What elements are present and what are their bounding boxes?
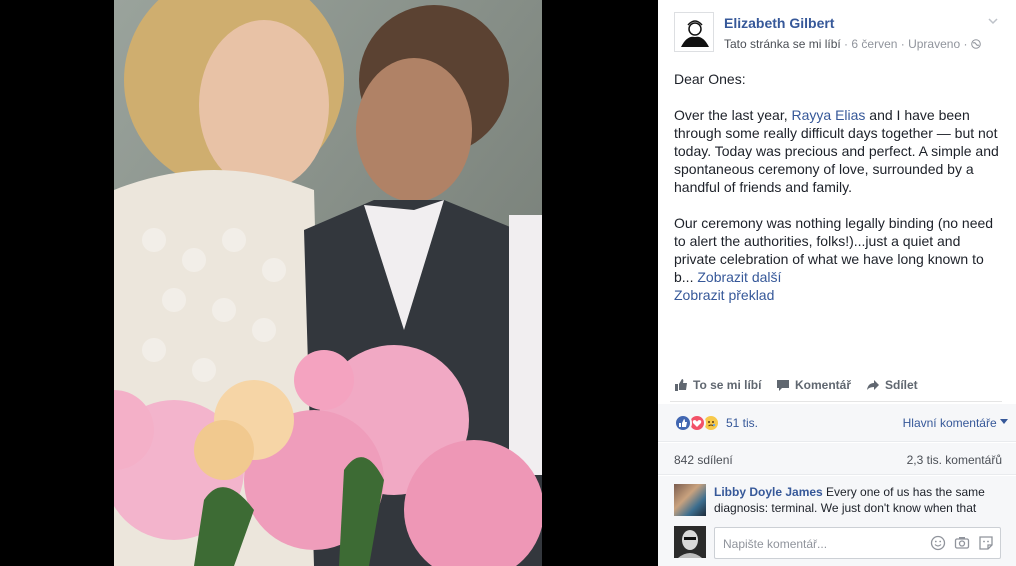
see-more-link[interactable]: Zobrazit další: [693, 269, 781, 285]
comment-input[interactable]: Napište komentář...: [714, 527, 1001, 559]
stats-row: 842 sdílení 2,3 tis. komentářů: [658, 443, 1016, 475]
reaction-count[interactable]: 51 tis.: [726, 416, 758, 430]
comment-item: Libby Doyle James Every one of us has th…: [658, 476, 1016, 522]
meta-separator: ·: [840, 37, 852, 51]
post-photo[interactable]: [114, 0, 542, 566]
commenter-avatar[interactable]: [674, 484, 706, 516]
avatar-drawing-icon: [675, 13, 713, 51]
post-paragraph-2: Our ceremony was nothing legally binding…: [674, 214, 1006, 286]
thumbs-up-icon: [675, 379, 687, 391]
page-avatar[interactable]: [674, 12, 714, 52]
translate-link[interactable]: Zobrazit překlad: [674, 286, 1006, 304]
post-text: Over the last year,: [674, 107, 792, 123]
composer-tools: [930, 535, 994, 551]
comment-composer: Napište komentář...: [658, 522, 1016, 566]
post-sidebar: Elizabeth Gilbert Tato stránka se mi líb…: [658, 0, 1016, 566]
commenter-name[interactable]: Libby Doyle James: [714, 485, 823, 499]
like-reaction-icon: [674, 414, 692, 432]
post-meta: Tato stránka se mi líbí · 6 červen · Upr…: [724, 37, 981, 51]
comment-icon: [777, 380, 789, 391]
user-photo: [674, 526, 706, 558]
post-paragraph-1: Over the last year, Rayya Elias and I ha…: [674, 106, 1006, 196]
sort-label: Hlavní komentáře: [902, 416, 997, 430]
share-button[interactable]: Sdílet: [866, 378, 918, 392]
share-count[interactable]: 842 sdílení: [674, 453, 733, 467]
comment-button[interactable]: Komentář: [776, 378, 851, 392]
current-user-avatar[interactable]: [674, 526, 706, 558]
emoji-icon[interactable]: [930, 535, 946, 551]
sticker-icon[interactable]: [978, 535, 994, 551]
comment-sort-dropdown[interactable]: Hlavní komentáře: [903, 416, 1008, 430]
post-header: Elizabeth Gilbert Tato stránka se mi líb…: [674, 12, 1006, 56]
meta-separator: ·: [897, 37, 909, 51]
page-liked-status[interactable]: Tato stránka se mi líbí: [724, 37, 841, 51]
comment-placeholder: Napište komentář...: [723, 537, 828, 551]
like-label: To se mi líbí: [693, 378, 762, 392]
mention-link[interactable]: Rayya Elias: [792, 107, 866, 123]
meta-separator: ·: [960, 37, 971, 51]
caret-down-icon: [1000, 419, 1008, 424]
photo-viewer: Elizabeth Gilbert Tato stránka se mi líb…: [0, 0, 1016, 566]
like-button[interactable]: To se mi líbí: [674, 378, 761, 392]
post-body: Dear Ones: Over the last year, Rayya Eli…: [674, 70, 1006, 304]
share-label: Sdílet: [885, 378, 918, 392]
comment-count[interactable]: 2,3 tis. komentářů: [907, 453, 1002, 467]
share-arrow-icon: [867, 380, 879, 390]
comment-label: Komentář: [795, 378, 852, 392]
action-bar: To se mi líbí Komentář Sdílet: [670, 372, 1002, 402]
edited-label[interactable]: Upraveno: [908, 37, 960, 51]
chevron-down-icon[interactable]: [986, 14, 1000, 28]
comment-body: Libby Doyle James Every one of us has th…: [714, 484, 1004, 516]
post-greeting: Dear Ones:: [674, 71, 746, 87]
photo-image: [114, 0, 542, 566]
reactions-row: 51 tis. Hlavní komentáře: [658, 404, 1016, 442]
post-date[interactable]: 6 červen: [851, 37, 897, 51]
globe-icon[interactable]: [970, 39, 981, 49]
author-name[interactable]: Elizabeth Gilbert: [724, 15, 834, 31]
camera-icon[interactable]: [954, 535, 970, 551]
reaction-icons[interactable]: [674, 414, 720, 432]
